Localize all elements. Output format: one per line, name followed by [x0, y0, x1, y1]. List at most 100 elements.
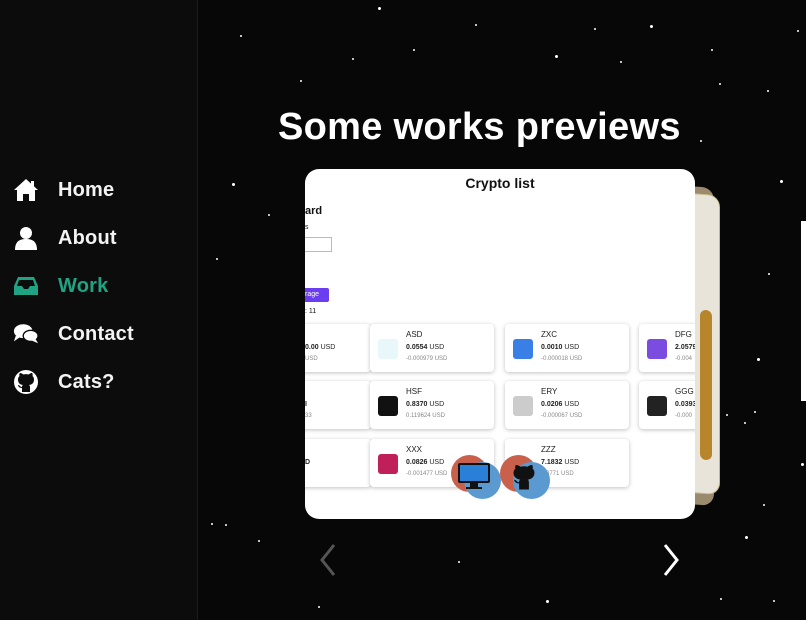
- coin-name: ZXC: [541, 330, 557, 339]
- star: [211, 523, 213, 525]
- coin-price-unit: USD: [429, 344, 445, 351]
- star: [650, 25, 653, 28]
- sidebar-item-about[interactable]: About: [13, 225, 117, 251]
- preview-button-fragment: rage: [305, 288, 329, 302]
- star: [475, 24, 477, 26]
- portfolio-page: Home About Work Contact Cats? Some works…: [0, 0, 806, 620]
- star: [378, 7, 381, 10]
- inbox-icon: [13, 273, 39, 299]
- star: [216, 258, 218, 260]
- coin-price-value: 0.0010: [541, 344, 563, 351]
- coin-tile[interactable]: ERY 0.0206 USD -0.000067 USD: [505, 381, 629, 429]
- coin-price: 0.0554 USD: [406, 344, 444, 351]
- coin-price-value: 0.8370: [406, 401, 428, 408]
- sidebar-item-home[interactable]: Home: [13, 177, 114, 203]
- coin-price: 0.0206 USD: [541, 401, 579, 408]
- coin-price: 0.8370 USD: [406, 401, 444, 408]
- coin-tile[interactable]: 0.00 USD USD: [305, 324, 371, 372]
- star: [232, 183, 235, 186]
- github-icon: [508, 460, 540, 497]
- sidebar-item-cats[interactable]: Cats?: [13, 369, 115, 395]
- coin-tile[interactable]: HSF 0.8370 USD 0.119624 USD: [370, 381, 494, 429]
- home-icon: [13, 177, 39, 203]
- star: [801, 463, 804, 466]
- coin-tile[interactable]: GGG 0.0393 -0.000: [639, 381, 695, 429]
- page-title: Some works previews: [278, 106, 681, 148]
- coin-price-value: 0.0206: [541, 401, 563, 408]
- star: [757, 358, 760, 361]
- star: [754, 411, 756, 413]
- star: [720, 598, 722, 600]
- sidebar-item-label: About: [58, 226, 117, 249]
- sidebar-item-label: Work: [58, 274, 109, 297]
- coin-name: XXX: [406, 445, 423, 454]
- dfg-coin-icon: [647, 339, 667, 359]
- coin-price-value: 0.00: [305, 344, 319, 351]
- xxx-coin-icon: [378, 454, 398, 474]
- coin-price-unit: USD: [564, 459, 580, 466]
- coin-price-value: 0.0826: [406, 459, 428, 466]
- star: [780, 180, 783, 183]
- coin-price-value: I: [305, 401, 307, 408]
- star: [726, 414, 728, 416]
- sidebar-item-label: Contact: [58, 322, 134, 345]
- star: [744, 422, 746, 424]
- coin-price: 0.0826 USD: [406, 459, 444, 466]
- coin-name: GGG: [675, 387, 694, 396]
- star: [258, 540, 260, 542]
- star: [546, 600, 549, 603]
- preview-count-fragment: : 11: [305, 308, 317, 315]
- coin-price: I: [305, 401, 307, 408]
- sidebar-item-contact[interactable]: Contact: [13, 321, 134, 347]
- star: [458, 561, 460, 563]
- star: [413, 49, 415, 51]
- coin-price-value: 0.0393: [675, 401, 695, 408]
- asd-coin-icon: [378, 339, 398, 359]
- star: [773, 600, 775, 602]
- star: [763, 504, 765, 506]
- coin-change: 0.119624 USD: [406, 413, 445, 419]
- coin-price: 7.1832 USD: [541, 459, 579, 466]
- star: [700, 140, 702, 142]
- star: [767, 90, 769, 92]
- coin-change: 33: [305, 413, 312, 419]
- coin-price-value: 2.0579: [675, 344, 695, 351]
- sidebar-item-label: Home: [58, 178, 115, 201]
- star: [745, 536, 748, 539]
- coin-change: -0.001477 USD: [406, 471, 448, 477]
- coin-tile[interactable]: I 33: [305, 381, 371, 429]
- offscreen-panel-edge: [801, 221, 806, 401]
- project-preview-card[interactable]: Crypto list ard s rage : 11 0.00 USD USD A…: [305, 169, 695, 519]
- carousel-prev-button[interactable]: [314, 540, 344, 580]
- star: [719, 83, 721, 85]
- coin-name: ASD: [406, 330, 423, 339]
- coin-tile[interactable]: ZXC 0.0010 USD -0.000018 USD: [505, 324, 629, 372]
- star: [711, 49, 713, 51]
- coin-tile[interactable]: D: [305, 439, 371, 487]
- coin-price: 0.0393: [675, 401, 695, 408]
- preview-input-fragment: [305, 237, 332, 252]
- coin-change: -0.000067 USD: [541, 413, 583, 419]
- user-icon: [13, 225, 39, 251]
- star: [594, 28, 596, 30]
- star: [268, 214, 270, 216]
- coin-name: DFG: [675, 330, 692, 339]
- chevron-right-icon: [663, 544, 679, 576]
- coin-tile[interactable]: ASD 0.0554 USD -0.000979 USD: [370, 324, 494, 372]
- coin-change: -0.000: [675, 413, 693, 419]
- coin-change: USD: [305, 356, 318, 362]
- star: [300, 80, 302, 82]
- coin-price-unit: USD: [564, 401, 580, 408]
- sidebar-item-work[interactable]: Work: [13, 273, 108, 299]
- coin-change: -0.000979 USD: [406, 356, 448, 362]
- preview-title: Crypto list: [465, 175, 535, 191]
- coin-tile[interactable]: DFG 2.0579 -0.004: [639, 324, 695, 372]
- coin-name: HSF: [406, 387, 422, 396]
- carousel-next-button[interactable]: [656, 540, 686, 580]
- coin-price: 2.0579: [675, 344, 695, 351]
- coin-name: ZZZ: [541, 445, 556, 454]
- coin-price-unit: USD: [429, 459, 445, 466]
- star: [318, 606, 320, 608]
- hsf-coin-icon: [378, 396, 398, 416]
- carousel-back-card: [700, 309, 712, 461]
